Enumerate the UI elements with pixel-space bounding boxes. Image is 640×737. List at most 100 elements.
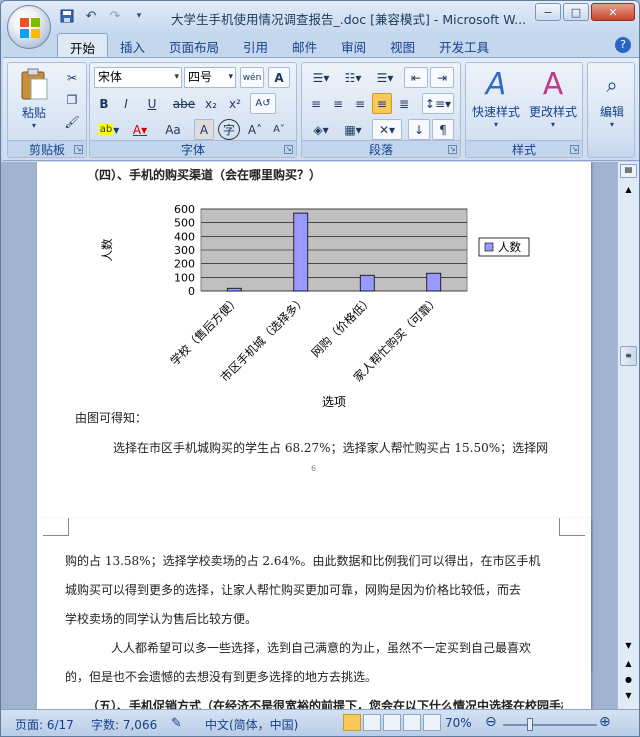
paragraph-line: 购的占 13.58%；选择学校卖场的占 2.64%。由此数据和比例我们可以得出，… (65, 554, 541, 568)
paragraph-launcher-icon[interactable]: ↘ (448, 145, 457, 154)
decrease-indent-icon[interactable]: ⇤ (404, 67, 428, 88)
tab-references[interactable]: 引用 (231, 33, 280, 57)
show-hide-icon[interactable]: ¶ (432, 119, 454, 140)
asian-layout-icon[interactable]: ✕▾ (372, 119, 402, 140)
select-browse-object-icon[interactable]: ● (620, 672, 637, 688)
customize-qat-icon[interactable]: ▾ (129, 6, 149, 26)
distributed-icon[interactable]: ≣ (394, 93, 414, 114)
bold-button[interactable]: B (94, 93, 114, 114)
tab-developer[interactable]: 开发工具 (427, 33, 501, 57)
redo-icon[interactable]: ↷ (105, 6, 125, 26)
grow-font-button[interactable]: A˄ (244, 119, 266, 140)
tab-home[interactable]: 开始 (57, 33, 109, 57)
vertical-scrollbar[interactable]: ▤ ▲ ≡ ▼ ▲ ● ▼ (617, 162, 639, 709)
cut-icon[interactable]: ✂ (62, 67, 82, 88)
web-layout-icon[interactable] (383, 714, 401, 731)
enclose-characters-button[interactable]: 字 (218, 119, 240, 140)
scroll-down-icon[interactable]: ▼ (620, 638, 637, 654)
help-icon[interactable]: ? (615, 37, 631, 53)
underline-button[interactable]: U (138, 93, 166, 114)
previous-page-icon[interactable]: ▲ (620, 656, 637, 672)
phonetic-guide-button[interactable]: wén (240, 67, 264, 88)
office-button[interactable] (7, 5, 51, 49)
page-number: 6 (311, 464, 317, 473)
italic-button[interactable]: I (116, 93, 136, 114)
zoom-out-icon[interactable]: ⊖ (485, 714, 497, 730)
quick-styles-button[interactable]: A 快速样式 ▾ (470, 67, 522, 129)
shrink-font-button[interactable]: A˅ (268, 119, 290, 140)
align-center-icon[interactable]: ≡ (328, 93, 348, 114)
tab-page-layout[interactable]: 页面布局 (157, 33, 231, 57)
font-size-combo[interactable]: 四号 ▾ (184, 67, 236, 88)
save-icon[interactable] (57, 6, 77, 26)
paste-button[interactable]: 粘贴 ▾ (14, 67, 54, 130)
ruler-toggle-icon[interactable]: ▤ (620, 164, 637, 178)
word-count[interactable]: 字数: 7,066 (91, 716, 157, 733)
shading-icon[interactable]: ◈▾ (306, 119, 336, 140)
numbering-icon[interactable]: ☷▾ (338, 67, 368, 88)
zoom-slider-thumb[interactable] (527, 718, 533, 731)
minimize-button[interactable]: − (535, 3, 561, 21)
character-shading-button[interactable]: A (194, 119, 214, 140)
copy-icon[interactable]: ❐ (62, 89, 82, 110)
borders-icon[interactable]: ▦▾ (338, 119, 368, 140)
clipboard-launcher-icon[interactable]: ↘ (74, 145, 83, 154)
ribbon-tabs: 开始 插入 页面布局 引用 邮件 审阅 视图 开发工具 (57, 33, 501, 57)
sort-icon[interactable]: ↓ (408, 119, 430, 140)
next-page-icon[interactable]: ▼ (620, 688, 637, 704)
outline-view-icon[interactable] (403, 714, 421, 731)
increase-indent-icon[interactable]: ⇥ (430, 67, 454, 88)
tab-insert[interactable]: 插入 (108, 33, 157, 57)
close-button[interactable]: ✕ (591, 3, 635, 21)
bar (426, 272, 442, 292)
print-layout-view-icon[interactable] (343, 714, 361, 731)
bullets-icon[interactable]: ☰▾ (306, 67, 336, 88)
font-name-combo[interactable]: 宋体 ▾ (94, 67, 182, 88)
y-tick-label: 0 (188, 285, 195, 298)
change-styles-icon: A (542, 67, 564, 102)
styles-launcher-icon[interactable]: ↘ (570, 145, 579, 154)
tab-view[interactable]: 视图 (378, 33, 427, 57)
styles-group-label: 样式 (466, 140, 582, 157)
page-indicator[interactable]: 页面: 6/17 (15, 716, 74, 733)
line-spacing-icon[interactable]: ↕≡▾ (422, 93, 454, 114)
change-case-button[interactable]: Aa (156, 119, 190, 140)
highlight-color-button[interactable]: ab ▾ (94, 119, 124, 140)
tab-mailings[interactable]: 邮件 (280, 33, 329, 57)
quick-access-toolbar: ↶ ↷ ▾ (57, 6, 149, 26)
multilevel-list-icon[interactable]: ☰▾ (370, 67, 400, 88)
paragraph-line: 的，但是也不会遗憾的去想没有到更多选择的地方去挑选。 (65, 670, 378, 684)
font-group: 宋体 ▾ 四号 ▾ wén A B I U abe x₂ x² A↺ ab ▾ A▾ … (89, 62, 297, 158)
page-7: 购的占 13.58%；选择学校卖场的占 2.64%。由此数据和比例我们可以得出，… (37, 518, 591, 709)
x-tick-label: 学校（售后方便） (167, 293, 242, 368)
undo-icon[interactable]: ↶ (81, 6, 101, 26)
proofing-icon[interactable]: ✎ (171, 716, 182, 731)
font-group-label: 字体 (90, 140, 296, 157)
font-color-button[interactable]: A▾ (126, 119, 154, 140)
character-border-button[interactable]: A (268, 67, 290, 88)
zoom-level[interactable]: 70% (445, 716, 472, 730)
align-left-icon[interactable]: ≡ (306, 93, 326, 114)
strikethrough-button[interactable]: abe (170, 93, 198, 114)
draft-view-icon[interactable] (423, 714, 441, 731)
bar (359, 274, 375, 292)
editing-button[interactable]: ⌕ 编辑 ▾ (590, 67, 634, 129)
clear-formatting-button[interactable]: A↺ (250, 93, 276, 114)
language-indicator[interactable]: 中文(简体，中国) (205, 716, 298, 733)
zoom-slider-track[interactable] (503, 724, 597, 726)
y-tick-label: 300 (174, 244, 195, 257)
zoom-in-icon[interactable]: ⊕ (599, 714, 611, 730)
document-area[interactable]: （四）、手机的购买渠道（会在哪里购买？） 0 100 200 300 400 500 600… (1, 162, 617, 709)
full-screen-reading-icon[interactable] (363, 714, 381, 731)
align-right-icon[interactable]: ≡ (350, 93, 370, 114)
scroll-up-icon[interactable]: ▲ (620, 182, 637, 198)
superscript-button[interactable]: x² (224, 93, 246, 114)
maximize-button[interactable]: □ (563, 3, 589, 21)
subscript-button[interactable]: x₂ (200, 93, 222, 114)
tab-review[interactable]: 审阅 (329, 33, 378, 57)
format-painter-icon[interactable]: 🖌 (62, 111, 82, 132)
change-styles-button[interactable]: A 更改样式 ▾ (526, 67, 580, 129)
scroll-thumb[interactable]: ≡ (620, 346, 637, 366)
justify-icon[interactable]: ≡ (372, 93, 392, 114)
font-launcher-icon[interactable]: ↘ (284, 145, 293, 154)
